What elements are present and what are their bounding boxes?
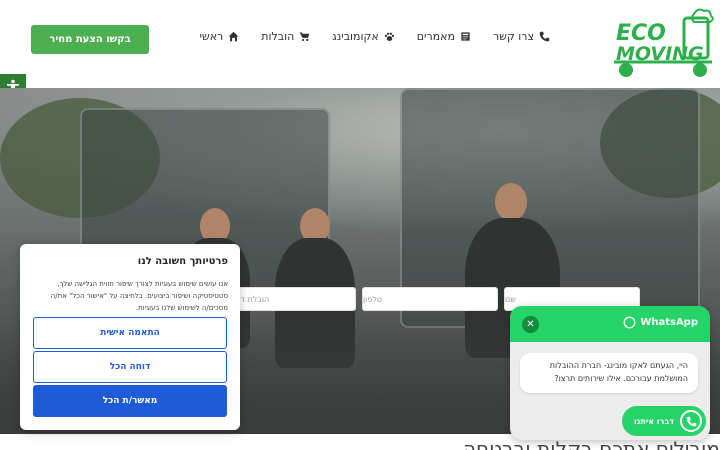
whatsapp-widget: ✕ WhatsApp היי, הגעתם לאקו מובינג- חברת … xyxy=(510,306,710,440)
eco-moving-logo[interactable]: ECO MOVING xyxy=(612,6,716,80)
site-header: בקשו הצעת מחיר ראשי הובלות אקומובינג מאמ… xyxy=(0,0,720,88)
nav-label: אקומובינג xyxy=(332,30,379,43)
phone-icon xyxy=(539,31,550,42)
cookie-title: פרטיותך חשובה לנו xyxy=(137,256,228,267)
article-icon xyxy=(461,32,470,41)
nav-item-moving[interactable]: הובלות xyxy=(261,30,310,43)
main-nav: ראשי הובלות אקומובינג מאמרים צרו קשר xyxy=(199,30,550,43)
nav-label: ראשי xyxy=(199,30,224,43)
phone-input[interactable]: טלפון xyxy=(362,287,498,311)
reject-all-button[interactable]: דוחה הכל xyxy=(33,351,227,383)
whatsapp-brand: WhatsApp xyxy=(623,316,698,329)
whatsapp-message: היי, הגעתם לאקו מובינג- חברת ההובלות המו… xyxy=(520,353,698,393)
close-icon[interactable]: ✕ xyxy=(522,316,539,333)
whatsapp-chat-button[interactable]: דברו איתנו xyxy=(622,406,706,436)
cart-icon xyxy=(299,32,310,42)
quote-request-button[interactable]: בקשו הצעת מחיר xyxy=(31,25,149,54)
scooter-logo-icon: ECO MOVING xyxy=(614,8,714,77)
paw-icon xyxy=(384,32,394,41)
whatsapp-icon xyxy=(623,316,636,329)
whatsapp-icon xyxy=(680,410,702,432)
nav-label: הובלות xyxy=(261,30,295,43)
nav-label: צרו קשר xyxy=(492,30,534,43)
nav-item-ecomoving[interactable]: אקומובינג xyxy=(332,30,394,43)
whatsapp-header: ✕ WhatsApp xyxy=(510,306,710,342)
cookie-text: אנו עושים שימוש בעוגיות לצורך שיפור חווי… xyxy=(50,280,228,312)
nav-label: מאמרים xyxy=(416,30,455,43)
moving-type-select[interactable]: הובלת דירה xyxy=(228,287,356,311)
home-icon xyxy=(228,31,239,42)
cookie-consent-panel: פרטיותך חשובה לנו אנו עושים שימוש בעוגיו… xyxy=(20,244,240,430)
nav-item-contact[interactable]: צרו קשר xyxy=(493,30,550,43)
customize-button[interactable]: התאמה אישית xyxy=(33,317,227,349)
nav-item-articles[interactable]: מאמרים xyxy=(417,30,471,43)
nav-item-home[interactable]: ראשי xyxy=(199,30,239,43)
svg-text:MOVING: MOVING xyxy=(616,43,704,65)
accept-all-button[interactable]: מאשר/ת הכל xyxy=(33,385,227,417)
